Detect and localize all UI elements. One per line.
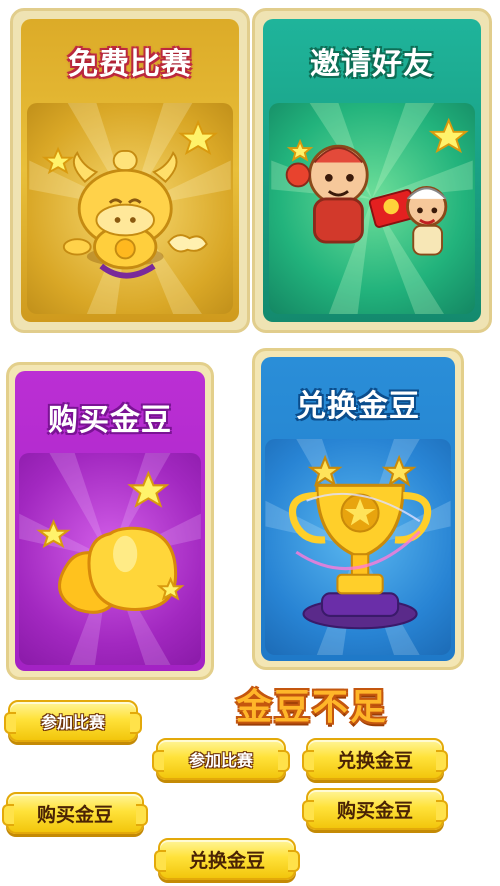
buy-beans-art-panel: [19, 453, 201, 665]
gold-beans-icon: [19, 453, 201, 665]
join-match-button[interactable]: 参加比赛: [4, 700, 142, 742]
invite-friends-card[interactable]: 邀请好友: [252, 8, 492, 333]
free-match-card[interactable]: 免费比赛: [10, 8, 250, 333]
invite-friends-art-panel: [269, 103, 475, 314]
buy-beans-card[interactable]: 购买金豆: [6, 362, 214, 680]
trophy-icon: [265, 439, 451, 655]
buy-beans-button-2[interactable]: 购买金豆: [302, 788, 448, 830]
insufficient-beans-title: 金豆不足: [235, 687, 388, 728]
invite-characters-icon: [271, 103, 473, 314]
invite-friends-title: 邀请好友: [310, 47, 434, 82]
free-match-title: 免费比赛: [68, 47, 192, 82]
exchange-beans-button[interactable]: 兑换金豆: [302, 738, 448, 780]
gold-ox-icon: [29, 103, 231, 314]
buy-beans-button[interactable]: 购买金豆: [2, 792, 148, 834]
join-match-button-2[interactable]: 参加比赛: [152, 738, 290, 780]
exchange-beans-button-2[interactable]: 兑换金豆: [154, 838, 300, 880]
buy-beans-title: 购买金豆: [48, 403, 172, 438]
exchange-beans-title: 兑换金豆: [296, 389, 420, 424]
exchange-beans-art-panel: [265, 439, 451, 655]
exchange-beans-card[interactable]: 兑换金豆: [252, 348, 464, 670]
free-match-art-panel: [27, 103, 233, 314]
